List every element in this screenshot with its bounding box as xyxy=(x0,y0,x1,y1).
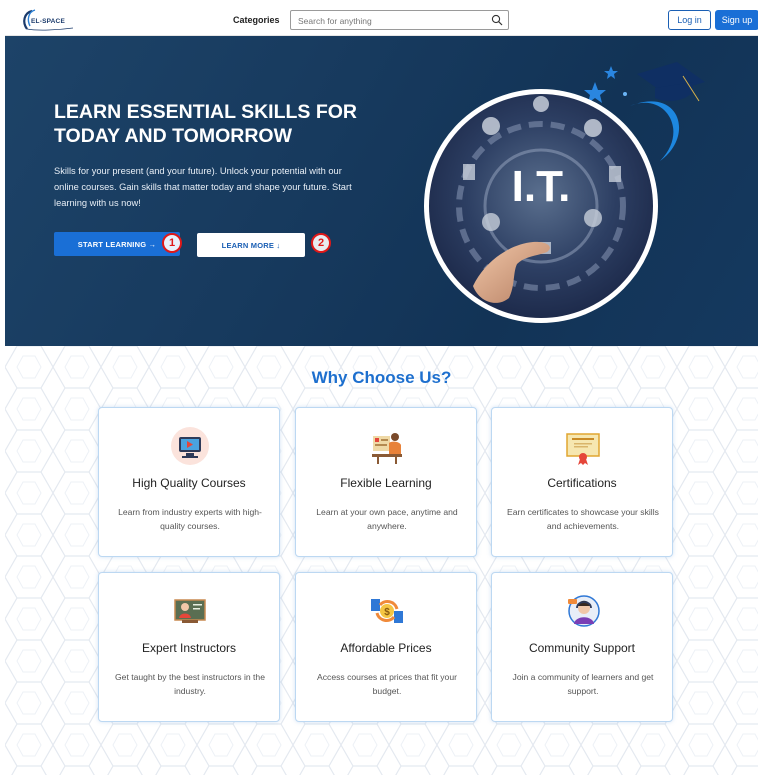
feature-card-high-quality: High Quality Courses Learn from industry… xyxy=(98,407,280,557)
instructor-icon xyxy=(174,599,206,623)
search-input[interactable] xyxy=(298,14,478,27)
feature-card-expert-instructors: Expert Instructors Get taught by the bes… xyxy=(98,572,280,722)
logo-text: EL-SPACE xyxy=(31,18,65,25)
card-description: Access courses at prices that fit your b… xyxy=(317,672,457,696)
price-exchange-icon: $ xyxy=(371,599,403,623)
hero-description: Skills for your present (and your future… xyxy=(54,166,352,208)
card-description: Learn from industry experts with high-qu… xyxy=(118,507,262,531)
search-icon[interactable] xyxy=(491,14,503,26)
video-lesson-icon xyxy=(171,427,209,465)
card-description: Get taught by the best instructors in th… xyxy=(115,672,265,696)
card-title: Affordable Prices xyxy=(340,641,432,655)
categories-menu[interactable]: Categories xyxy=(233,15,280,25)
el-space-logo[interactable]: EL-SPACE xyxy=(18,8,78,32)
feature-card-affordable-prices: $ Affordable Prices Access courses at pr… xyxy=(295,572,477,722)
it-text: I.T. xyxy=(512,162,571,211)
section-title: Why Choose Us? xyxy=(311,368,452,387)
feature-card-certifications: Certifications Earn certificates to show… xyxy=(491,407,673,557)
svg-text:$: $ xyxy=(384,607,390,618)
card-description: Learn at your own pace, anytime and anyw… xyxy=(316,507,458,531)
hero-title: LEARN ESSENTIAL SKILLS FOR TODAY AND TOM… xyxy=(54,101,357,147)
search-bar[interactable] xyxy=(290,10,509,30)
card-description: Earn certificates to showcase your skill… xyxy=(507,507,659,531)
annotation-marker-1: 1 xyxy=(162,233,182,253)
signup-button[interactable]: Sign up xyxy=(715,10,758,30)
study-desk-icon xyxy=(372,433,402,464)
it-hero-illustration: I.T. xyxy=(424,62,705,323)
certificate-icon xyxy=(566,433,600,465)
feature-card-flexible-learning: Flexible Learning Learn at your own pace… xyxy=(295,407,477,557)
card-title: Flexible Learning xyxy=(340,476,432,490)
feature-card-community-support: Community Support Join a community of le… xyxy=(491,572,673,722)
annotation-marker-2: 2 xyxy=(311,233,331,253)
card-title: Certifications xyxy=(547,476,617,490)
card-title: Community Support xyxy=(528,641,636,655)
login-button[interactable]: Log in xyxy=(668,10,711,30)
support-agent-icon xyxy=(568,595,600,627)
card-description: Join a community of learners and get sup… xyxy=(512,672,654,696)
card-title: Expert Instructors xyxy=(141,641,237,655)
card-title: High Quality Courses xyxy=(132,476,246,490)
top-navbar: EL-SPACE Categories Log in Sign up xyxy=(5,5,758,36)
why-choose-us-section: Why Choose Us? High Quality Courses Lear… xyxy=(5,346,758,775)
hero-section: LEARN ESSENTIAL SKILLS FOR TODAY AND TOM… xyxy=(5,36,758,346)
learn-more-button[interactable]: LEARN MORE ↓ xyxy=(197,233,305,257)
